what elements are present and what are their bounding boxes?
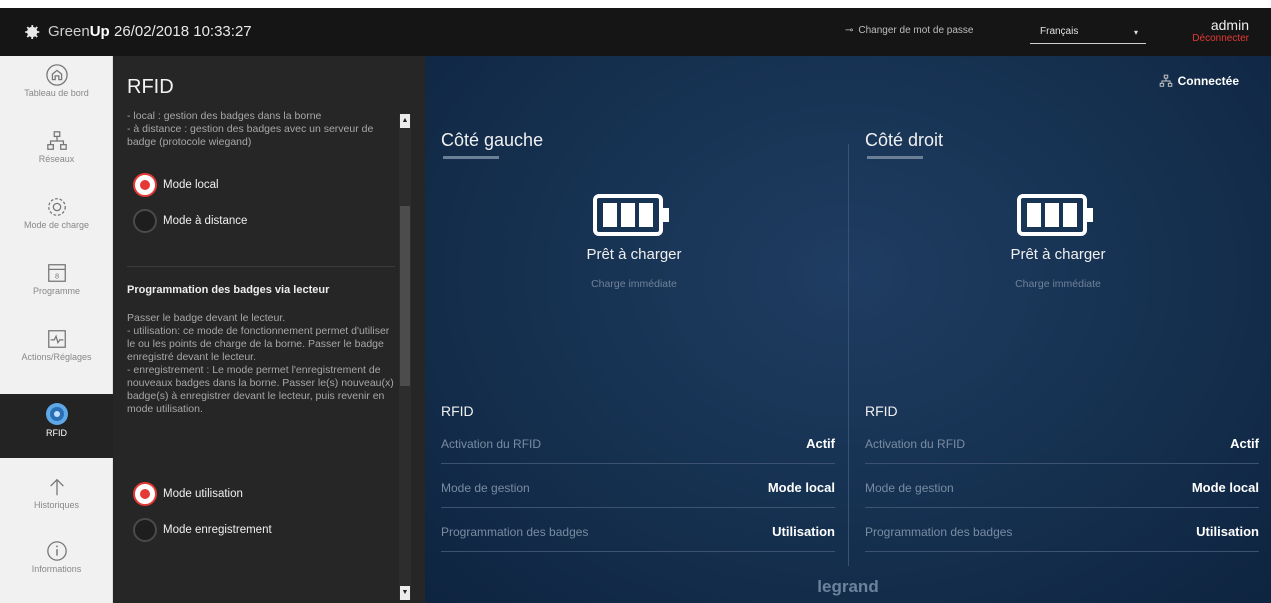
scrollbar[interactable]: ▲ ▼ [399,114,411,600]
datetime: 26/02/2018 10:33:27 [114,23,252,40]
programming-description: Passer le badge devant le lecteur. - uti… [127,312,394,415]
sidebar-item-label: Actions/Réglages [21,352,92,362]
sidebar-item-actions[interactable]: Actions/Réglages [0,320,113,384]
main-dashboard: Connectée Côté gauche Prêt à charger Cha… [425,56,1271,603]
charge-mode: Charge immédiate [591,278,677,290]
divider [127,266,395,267]
scroll-down-icon[interactable]: ▼ [400,586,410,600]
pulse-icon [47,330,66,348]
radio-checked-icon [133,482,157,506]
sidebar-item-rfid[interactable]: RFID [0,394,113,458]
row-key: Mode de gestion [441,481,530,495]
row-value: Utilisation [1196,524,1259,539]
gear-icon [47,198,66,216]
sidebar-item-label: Tableau de bord [24,88,89,98]
sidebar-item-network[interactable]: Réseaux [0,122,113,186]
sidebar-item-program[interactable]: 8 Programme [0,254,113,318]
info-row: Activation du RFID Actif [865,426,1259,464]
row-value: Mode local [1191,480,1259,495]
info-row: Mode de gestion Mode local [865,470,1259,508]
key-icon: ⊸ [845,25,854,36]
row-key: Programmation des badges [441,525,589,539]
radio-mode-local[interactable]: Mode local [133,173,219,197]
info-row: Programmation des badges Utilisation [441,514,835,552]
row-key: Programmation des badges [865,525,1013,539]
rfid-icon [45,403,68,425]
charge-mode: Charge immédiate [1015,278,1101,290]
sidebar: Tableau de bord Réseaux Mode de charge 8… [0,56,113,603]
info-row: Programmation des badges Utilisation [865,514,1259,552]
sidebar-item-info[interactable]: Informations [0,532,113,596]
battery-icon [1017,194,1093,236]
user-menu: admin Déconnecter [1192,17,1249,44]
chevron-down-icon: ▾ [1133,28,1138,37]
rfid-heading: RFID [441,403,474,419]
logout-link[interactable]: Déconnecter [1192,33,1249,44]
legrand-logo: legrand [817,577,879,596]
change-password-label: Changer de mot de passe [858,25,974,36]
row-key: Activation du RFID [441,437,542,451]
radio-checked-icon [133,173,157,197]
radio-mode-distance[interactable]: Mode à distance [133,209,247,233]
title-underline [867,156,923,159]
mode-description: - local : gestion des badges dans la bor… [127,110,374,148]
app-window: GreenUp 26/02/2018 10:33:27 ⊸ Changer de… [0,8,1271,603]
top-bar: GreenUp 26/02/2018 10:33:27 ⊸ Changer de… [0,8,1271,56]
brand-name: GreenUp [48,23,110,40]
radio-mode-utilisation[interactable]: Mode utilisation [133,482,243,506]
row-value: Utilisation [772,524,835,539]
charge-status: Prêt à charger [1010,246,1106,263]
username: admin [1210,17,1249,33]
radio-label: Mode à distance [163,215,248,227]
language-value: Français [1040,26,1079,37]
left-side-panel: Côté gauche Prêt à charger Charge immédi… [425,56,843,603]
sidebar-item-label: RFID [46,428,67,438]
rfid-heading: RFID [865,403,898,419]
sidebar-item-label: Réseaux [38,154,75,164]
radio-mode-enregistrement[interactable]: Mode enregistrement [133,518,272,542]
sidebar-item-label: Informations [31,564,82,574]
row-value: Actif [1230,436,1259,451]
battery-icon [593,194,669,236]
radio-label: Mode utilisation [163,488,243,500]
sidebar-item-label: Mode de charge [23,220,90,230]
sidebar-item-label: Historiques [33,500,80,510]
calendar-day: 8 [54,272,58,281]
network-icon [46,131,67,150]
radio-label: Mode local [163,179,219,191]
change-password-link[interactable]: ⊸ Changer de mot de passe [845,25,973,36]
radio-label: Mode enregistrement [163,524,272,536]
gear-logo-icon [25,25,40,39]
scrollbar-thumb[interactable] [400,206,410,386]
radio-unchecked-icon [133,518,157,542]
side-title: Côté droit [865,130,944,150]
calendar-icon: 8 [47,264,66,282]
home-icon [45,64,68,86]
language-select[interactable]: Français ▾ [1030,20,1146,44]
row-key: Activation du RFID [865,437,966,451]
arrow-up-icon [49,478,64,496]
side-title: Côté gauche [441,130,544,150]
brand-prefix: Green [48,23,90,40]
title-underline [443,156,499,159]
sidebar-item-label: Programme [32,286,80,296]
scroll-up-icon[interactable]: ▲ [400,114,410,128]
sidebar-item-charge-mode[interactable]: Mode de charge [0,188,113,252]
section-heading: Programmation des badges via lecteur [127,284,330,296]
panel-title: RFID [127,76,174,98]
sidebar-item-dashboard[interactable]: Tableau de bord [0,56,113,120]
brand-bold: Up [89,23,110,40]
info-row: Activation du RFID Actif [441,426,835,464]
right-side-panel: Côté droit Prêt à charger Charge immédia… [849,56,1267,603]
rfid-settings-panel: RFID - local : gestion des badges dans l… [113,56,425,603]
row-key: Mode de gestion [865,481,954,495]
charge-status: Prêt à charger [586,246,682,263]
row-value: Mode local [767,480,835,495]
row-value: Actif [806,436,835,451]
sidebar-item-history[interactable]: Historiques [0,468,113,532]
info-icon [46,541,67,561]
info-row: Mode de gestion Mode local [441,470,835,508]
radio-unchecked-icon [133,209,157,233]
